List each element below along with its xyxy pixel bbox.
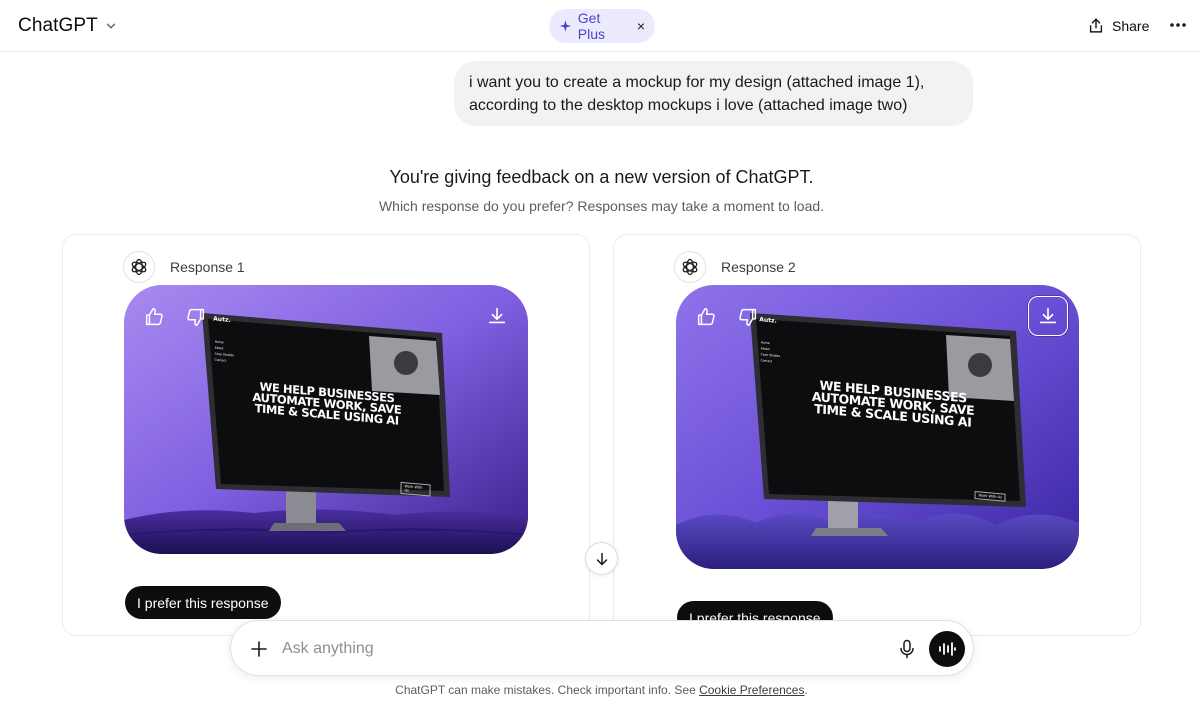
response-label: Response 1 (170, 259, 245, 275)
mockup-headline: WE HELP BUSINESSES AUTOMATE WORK, SAVE T… (808, 377, 979, 429)
mockup-nav-cases: Case Studies (760, 352, 781, 359)
disclaimer-text: ChatGPT can make mistakes. Check importa… (395, 683, 700, 697)
response-card-2: Response 2 Autz. Home About Case Studies… (613, 234, 1141, 636)
model-switcher[interactable]: ChatGPT (12, 10, 124, 42)
feedback-subtitle: Which response do you prefer? Responses … (378, 198, 825, 214)
dictate-button[interactable] (893, 635, 921, 663)
response-header: Response 1 (123, 251, 245, 283)
download-icon (1039, 307, 1057, 324)
get-plus-label: Get Plus (577, 10, 606, 42)
voice-mode-icon (939, 642, 956, 656)
share-icon (1089, 18, 1103, 33)
mockup-nav-home: Home (214, 339, 224, 345)
disclaimer: ChatGPT can make mistakes. Check importa… (0, 683, 1200, 697)
mockup-screen: Autz. Home About Case Studies Contact WE… (757, 312, 1010, 502)
mockup-nav-contact: Contact (214, 357, 227, 363)
assistant-avatar (674, 251, 706, 283)
thumbs-up-button[interactable] (134, 297, 174, 337)
scroll-to-bottom-button[interactable] (585, 542, 618, 575)
generated-mockup-image[interactable]: Autz. Home About Case Studies Contact WE… (676, 285, 1079, 569)
share-label: Share (1112, 18, 1150, 34)
brand-title: ChatGPT (18, 15, 98, 36)
thumbs-down-button[interactable] (176, 297, 216, 337)
thumbs-up-icon (697, 308, 715, 326)
more-options-button[interactable] (1166, 13, 1190, 37)
mockup-nav-about: About (214, 345, 224, 351)
prompt-input[interactable] (282, 635, 882, 663)
sparkle-icon (559, 20, 571, 32)
disclaimer-end: . (804, 683, 808, 697)
user-message: i want you to create a mockup for my des… (454, 61, 973, 126)
get-plus-button[interactable]: Get Plus × (549, 9, 655, 43)
openai-logo-icon (682, 258, 698, 276)
generated-mockup-image[interactable]: Autz. Home About Case Studies Contact WE… (124, 285, 528, 554)
download-button[interactable] (1028, 296, 1068, 336)
thumbs-down-icon (739, 308, 757, 326)
mockup-cta: Work With Us (400, 481, 431, 497)
mockup-headline: WE HELP BUSINESSES AUTOMATE WORK, SAVE T… (252, 380, 403, 428)
assistant-avatar (123, 251, 155, 283)
thumbs-up-icon (145, 308, 163, 326)
mockup-nav-home: Home (760, 340, 770, 346)
thumbs-down-icon (187, 308, 205, 326)
openai-logo-icon (131, 258, 147, 276)
response-label: Response 2 (721, 259, 796, 275)
thumbs-down-button[interactable] (728, 297, 768, 337)
response-card-1: Response 1 Autz. Home About Case Studies… (62, 234, 590, 636)
composer (230, 620, 974, 676)
mic-icon (900, 639, 914, 659)
prefer-response-1-button[interactable]: I prefer this response (125, 586, 281, 619)
feedback-title: You're giving feedback on a new version … (389, 167, 814, 187)
thumbs-up-button[interactable] (686, 297, 726, 337)
attach-button[interactable] (245, 635, 273, 663)
chevron-down-icon (106, 23, 116, 29)
share-button[interactable]: Share (1087, 12, 1149, 40)
mockup-nav-contact: Contact (760, 358, 773, 364)
mockup-screen: Autz. Home About Case Studies Contact WE… (211, 311, 434, 497)
mockup-nav-about: About (760, 346, 770, 352)
arrow-down-icon (596, 552, 607, 565)
cookie-preferences-link[interactable]: Cookie Preferences (699, 683, 804, 697)
plus-icon (251, 641, 267, 657)
more-icon (1170, 23, 1186, 27)
download-icon (488, 307, 506, 324)
get-plus-close-icon[interactable]: × (637, 19, 645, 33)
response-header: Response 2 (674, 251, 796, 283)
top-bar: ChatGPT Get Plus × Share (0, 0, 1200, 52)
mockup-nav-cases: Case Studies (214, 351, 235, 358)
voice-mode-button[interactable] (929, 631, 965, 667)
download-button[interactable] (477, 296, 517, 336)
